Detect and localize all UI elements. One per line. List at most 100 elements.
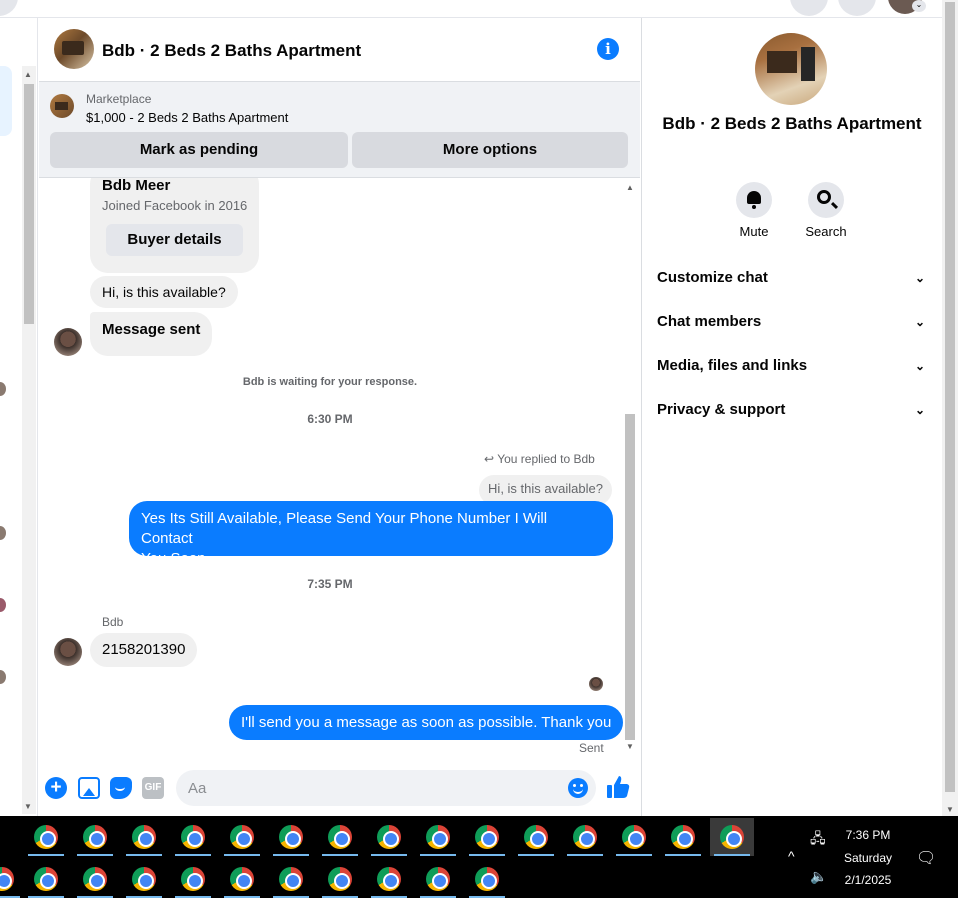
taskbar-chrome-window[interactable]	[514, 818, 558, 856]
chevron-down-icon: ⌄	[914, 315, 925, 329]
menu-button[interactable]	[790, 0, 828, 16]
taskbar-chrome-window[interactable]	[416, 860, 460, 898]
taskbar-chrome-window[interactable]	[318, 818, 362, 856]
notification-icon[interactable]: 🗨	[916, 848, 936, 868]
mute-button[interactable]	[736, 182, 772, 218]
chat-avatar[interactable]	[0, 526, 6, 540]
taskbar-underline	[28, 854, 64, 856]
listing-thumbnail[interactable]	[54, 29, 94, 69]
taskbar-chrome-window[interactable]	[465, 818, 509, 856]
taskbar-chrome-window[interactable]	[73, 818, 117, 856]
chat-avatar[interactable]	[0, 382, 6, 396]
chat-info-panel: Bdb · 2 Beds 2 Baths Apartment Mute Sear…	[641, 18, 942, 816]
chat-members-row[interactable]: Chat members ⌄	[657, 302, 929, 342]
taskbar-chrome-window[interactable]	[220, 860, 264, 898]
taskbar-chrome-window[interactable]	[269, 818, 313, 856]
taskbar-underline	[616, 854, 652, 856]
photo-icon[interactable]	[78, 777, 100, 799]
incoming-message[interactable]: Hi, is this available?	[90, 276, 238, 308]
chrome-icon	[622, 825, 646, 849]
avatar[interactable]	[54, 328, 82, 356]
message-scrollbar[interactable]: ▲ ▼	[623, 178, 637, 756]
chrome-icon	[720, 825, 744, 849]
customize-chat-row[interactable]: Customize chat ⌄	[657, 258, 929, 298]
incoming-message[interactable]: Message sent	[90, 312, 213, 356]
taskbar-chrome-window-active[interactable]	[710, 818, 754, 856]
clock-time[interactable]: 7:36 PM	[833, 828, 903, 842]
selected-chat-indicator[interactable]	[0, 66, 12, 136]
taskbar-chrome-window[interactable]	[269, 860, 313, 898]
search-action[interactable]: Search	[791, 182, 861, 239]
mark-as-pending-button[interactable]: Mark as pending	[50, 132, 348, 168]
page-scrollbar[interactable]: ▼	[942, 0, 958, 816]
taskbar-chrome-window[interactable]	[122, 860, 166, 898]
scrollbar-thumb[interactable]	[625, 414, 635, 740]
clock-day[interactable]: Saturday	[833, 851, 903, 865]
info-icon[interactable]: i	[597, 38, 619, 60]
read-receipt-avatar	[589, 677, 603, 691]
search-button[interactable]	[808, 182, 844, 218]
volume-icon[interactable]: 🔈	[810, 868, 827, 885]
listing-photo[interactable]	[755, 33, 827, 105]
scroll-down-arrow-icon[interactable]: ▼	[946, 805, 954, 814]
outgoing-message[interactable]: Yes Its Still Available, Please Send You…	[129, 501, 613, 567]
chat-list-sidebar: ▲ ▼	[0, 18, 38, 816]
more-options-button[interactable]: More options	[352, 132, 628, 168]
clock-date[interactable]: 2/1/2025	[833, 873, 903, 887]
taskbar-chrome-window[interactable]	[24, 860, 68, 898]
chat-title[interactable]: Bdb · 2 Beds 2 Baths Apartment	[102, 41, 361, 61]
network-icon[interactable]: 🖧	[810, 828, 826, 852]
chrome-icon	[573, 825, 597, 849]
chat-avatar[interactable]	[0, 598, 6, 612]
taskbar-chrome-window[interactable]	[465, 860, 509, 898]
chrome-icon	[377, 825, 401, 849]
chevron-down-icon[interactable]: ⌄	[912, 0, 926, 12]
listing-price-title[interactable]: $1,000 - 2 Beds 2 Baths Apartment	[86, 110, 288, 125]
emoji-icon[interactable]	[568, 778, 588, 798]
chevron-up-icon[interactable]: ^	[788, 848, 795, 864]
scrollbar-thumb[interactable]	[945, 2, 955, 792]
media-files-links-row[interactable]: Media, files and links ⌄	[657, 346, 929, 386]
taskbar-chrome-window[interactable]	[171, 860, 215, 898]
privacy-support-row[interactable]: Privacy & support ⌄	[657, 390, 929, 430]
messenger-button[interactable]	[838, 0, 876, 16]
outgoing-message[interactable]: I'll send you a message as soon as possi…	[229, 705, 624, 740]
scroll-down-arrow-icon[interactable]: ▼	[626, 742, 634, 751]
buyer-details-button[interactable]: Buyer details	[106, 224, 243, 256]
mute-label: Mute	[739, 224, 769, 239]
scroll-down-arrow-icon[interactable]: ▼	[24, 802, 32, 811]
taskbar-chrome-window[interactable]	[367, 860, 411, 898]
plus-icon[interactable]: +	[45, 777, 67, 799]
like-icon[interactable]	[606, 774, 630, 800]
nav-button[interactable]	[0, 0, 18, 16]
incoming-message[interactable]: 2158201390	[90, 633, 198, 667]
taskbar-chrome-window[interactable]	[220, 818, 264, 856]
message-input[interactable]	[176, 770, 596, 806]
sticker-icon[interactable]	[110, 777, 132, 799]
chat-avatar[interactable]	[0, 670, 6, 684]
avatar[interactable]	[54, 638, 82, 666]
row-label: Privacy & support	[657, 401, 786, 418]
taskbar-chrome-window[interactable]	[367, 818, 411, 856]
chevron-down-icon: ⌄	[914, 403, 925, 417]
taskbar-chrome-window[interactable]	[318, 860, 362, 898]
chrome-icon	[279, 867, 303, 891]
taskbar-chrome-window[interactable]	[563, 818, 607, 856]
taskbar-chrome-window[interactable]	[24, 818, 68, 856]
mute-action[interactable]: Mute	[719, 182, 789, 239]
scroll-up-arrow-icon[interactable]: ▲	[24, 70, 32, 79]
taskbar-chrome-window[interactable]	[416, 818, 460, 856]
taskbar-underline	[518, 854, 554, 856]
chrome-icon	[279, 825, 303, 849]
scroll-up-arrow-icon[interactable]: ▲	[626, 183, 634, 192]
gif-icon[interactable]: GIF	[142, 777, 164, 799]
taskbar-chrome-window[interactable]	[661, 818, 705, 856]
row-label: Media, files and links	[657, 357, 808, 374]
taskbar-chrome-window[interactable]	[122, 818, 166, 856]
buyer-name: Bdb Meer	[102, 178, 171, 194]
scrollbar-thumb[interactable]	[24, 84, 34, 324]
taskbar-chrome-window[interactable]	[0, 860, 24, 898]
taskbar-chrome-window[interactable]	[171, 818, 215, 856]
taskbar-chrome-window[interactable]	[612, 818, 656, 856]
taskbar-chrome-window[interactable]	[73, 860, 117, 898]
